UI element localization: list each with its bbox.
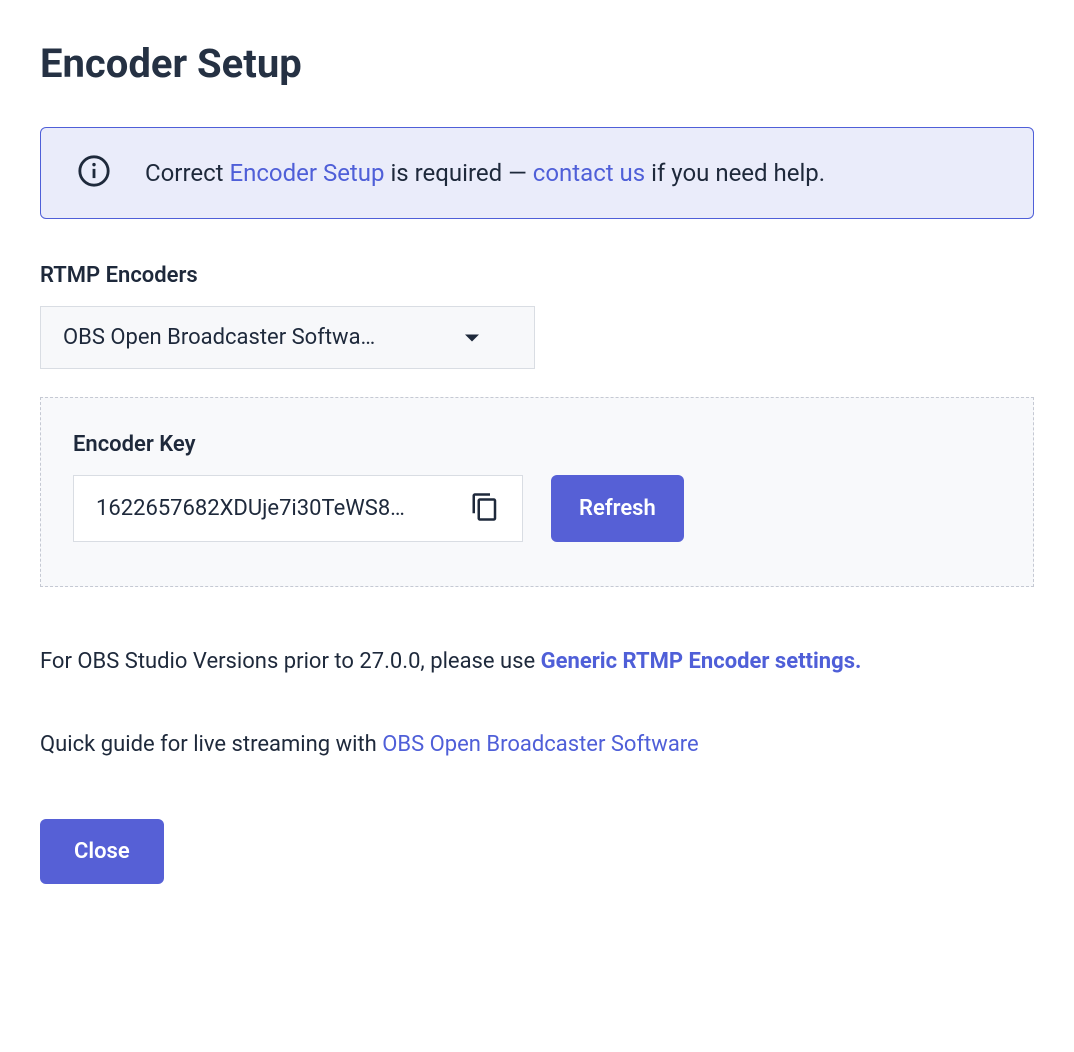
banner-suffix: if you need help. xyxy=(645,159,825,187)
copy-key-button[interactable] xyxy=(466,488,504,529)
encoder-key-value: 1622657682XDUje7i30TeWS8… xyxy=(96,496,454,521)
rtmp-encoders-label: RTMP Encoders xyxy=(40,263,1034,288)
note2-prefix: Quick guide for live streaming with xyxy=(40,732,382,757)
info-banner-text: Correct Encoder Setup is required — cont… xyxy=(145,159,825,187)
encoder-key-panel: Encoder Key 1622657682XDUje7i30TeWS8… Re… xyxy=(40,397,1034,587)
page-title: Encoder Setup xyxy=(40,40,1034,87)
banner-mid: is required — xyxy=(384,159,532,187)
rtmp-encoder-select-wrapper: OBS Open Broadcaster Softwa… xyxy=(40,306,535,369)
quick-guide-note: Quick guide for live streaming with OBS … xyxy=(40,728,1034,761)
obs-guide-link[interactable]: OBS Open Broadcaster Software xyxy=(382,732,698,757)
obs-version-note: For OBS Studio Versions prior to 27.0.0,… xyxy=(40,645,1034,678)
info-icon xyxy=(77,154,111,192)
banner-prefix: Correct xyxy=(145,159,229,187)
note1-prefix: For OBS Studio Versions prior to 27.0.0,… xyxy=(40,649,541,674)
encoder-key-row: 1622657682XDUje7i30TeWS8… Refresh xyxy=(73,475,1001,542)
encoder-setup-link[interactable]: Encoder Setup xyxy=(229,159,384,187)
encoder-key-label: Encoder Key xyxy=(73,432,1001,457)
encoder-key-field: 1622657682XDUje7i30TeWS8… xyxy=(73,475,523,542)
contact-us-link[interactable]: contact us xyxy=(533,159,645,187)
refresh-button[interactable]: Refresh xyxy=(551,475,684,542)
close-button[interactable]: Close xyxy=(40,819,164,884)
copy-icon xyxy=(470,492,500,525)
rtmp-encoder-select[interactable]: OBS Open Broadcaster Softwa… xyxy=(40,306,535,369)
generic-rtmp-link[interactable]: Generic RTMP Encoder settings. xyxy=(541,649,862,674)
info-banner: Correct Encoder Setup is required — cont… xyxy=(40,127,1034,219)
